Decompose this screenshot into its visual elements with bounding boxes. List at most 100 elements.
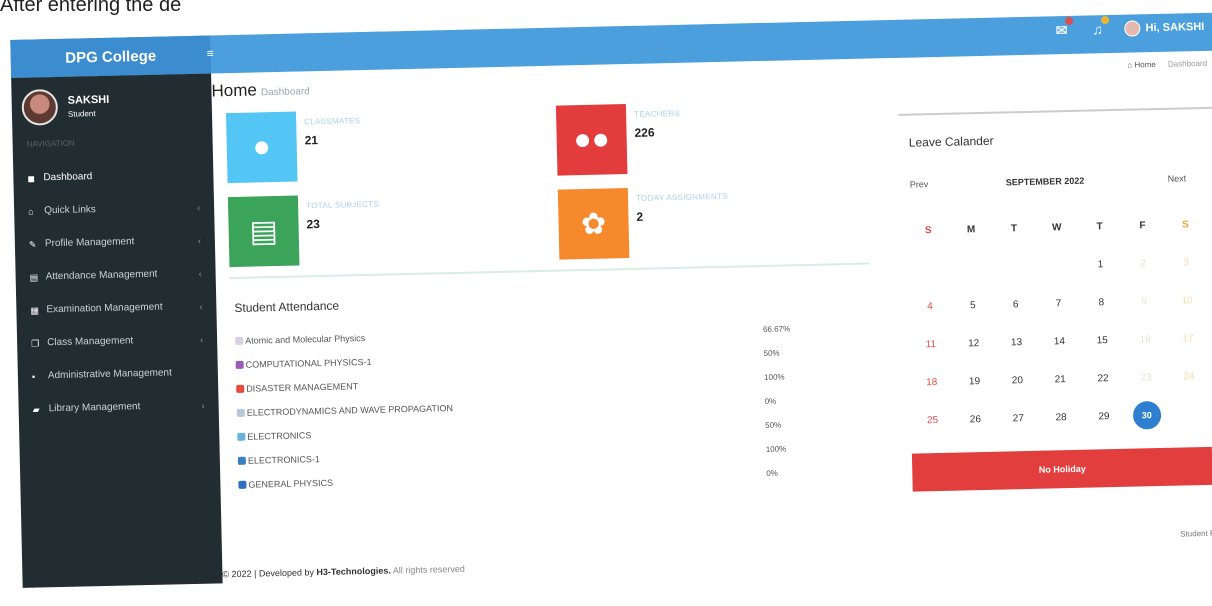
stat-card-teachers[interactable]: ●● TEACHERS 226 xyxy=(555,98,878,176)
brand-logo[interactable]: DPG College xyxy=(10,35,212,78)
calendar-grid: S M T W T F S 1 2 3 4 5 6 7 8 9 10 11 12 13 14 15 16 17 18 19 20 21… xyxy=(906,205,1211,440)
notifications-badge xyxy=(1101,16,1110,25)
page-title: Home Dashboard xyxy=(211,79,310,101)
dashboard-icon: ◼ xyxy=(27,172,36,184)
copy-icon: ❐ xyxy=(31,337,40,349)
calendar-day[interactable]: 10 xyxy=(1166,294,1209,306)
calendar-day[interactable]: 12 xyxy=(952,337,995,349)
footer-company[interactable]: H3-Technologies. xyxy=(316,566,391,578)
calendar-day[interactable]: 14 xyxy=(1038,335,1081,347)
messages-icon[interactable]: ✉ xyxy=(1052,16,1074,38)
calendar-day[interactable]: 9 xyxy=(1123,295,1166,307)
app-window: DPG College ≡ ✉ ♫ Hi, SAKSHI SAKSHI Stud… xyxy=(10,0,1212,588)
leaf-icon: ✿ xyxy=(557,188,630,260)
home-icon: ⌂ xyxy=(1127,60,1133,70)
calendar-day[interactable]: 27 xyxy=(997,412,1040,424)
calendar-day[interactable]: 29 xyxy=(1082,410,1125,422)
calendar-day[interactable]: 18 xyxy=(910,376,953,388)
calendar-day[interactable]: 20 xyxy=(996,374,1039,386)
chevron-left-icon: ‹ xyxy=(199,334,204,345)
calendar-day[interactable]: 5 xyxy=(951,299,994,311)
calendar-day[interactable]: 4 xyxy=(908,300,951,312)
calendar-weekday: T xyxy=(1096,220,1103,232)
profile-role: Student xyxy=(67,109,96,119)
calendar-day[interactable]: 16 xyxy=(1124,333,1167,345)
calendar-day[interactable]: 21 xyxy=(1039,373,1082,385)
calendar-day[interactable]: 11 xyxy=(909,338,952,350)
calendar-day[interactable]: 25 xyxy=(911,414,954,426)
calendar-day[interactable]: 23 xyxy=(1124,371,1167,383)
calendar-day[interactable]: 26 xyxy=(954,413,997,425)
attendance-subject: ELECTRONICS-1 xyxy=(247,454,320,466)
calendar-weekday: M xyxy=(966,223,976,235)
chevron-left-icon: ‹ xyxy=(197,235,201,246)
footer: © 2022 | Developed by H3-Technologies. A… xyxy=(222,564,465,579)
calendar-day[interactable]: 3 xyxy=(1165,256,1208,268)
calendar-today[interactable]: 30 xyxy=(1132,400,1162,430)
calendar-day xyxy=(908,268,951,269)
sidebar-item-administrative-management[interactable]: ▪ Administrative Management xyxy=(18,355,219,393)
calendar-day[interactable]: 15 xyxy=(1081,334,1124,346)
attendance-percent: 50% xyxy=(763,348,780,358)
calendar-day[interactable]: 2 xyxy=(1122,257,1165,269)
breadcrumb-home[interactable]: Home xyxy=(1134,60,1156,69)
calendar-next-button[interactable]: Next xyxy=(1168,173,1187,183)
sidebar-nav: ◼ Dashboard ⌂ Quick Links ‹ ✎ Profile Ma… xyxy=(13,157,219,425)
sidebar-item-attendance-management[interactable]: ▤ Attendance Management ‹ xyxy=(15,256,216,294)
calendar-day[interactable]: 22 xyxy=(1082,372,1125,384)
chevron-left-icon: ‹ xyxy=(201,400,205,411)
users-icon: ●● xyxy=(555,104,628,176)
calendar-day[interactable]: 8 xyxy=(1080,296,1123,308)
footer-prefix: © 2022 | Developed by xyxy=(222,567,315,580)
calendar-day xyxy=(993,266,1036,267)
calendar-day[interactable]: 19 xyxy=(953,375,996,387)
nav-header: NAVIGATION xyxy=(26,138,75,149)
stat-card-classmates[interactable]: ● CLASSMATES 21 xyxy=(225,106,548,184)
calendar-weekday: S xyxy=(1181,218,1189,230)
sidebar-item-examination-management[interactable]: ▦ Examination Management ‹ xyxy=(16,289,217,327)
attendance-percent: 0% xyxy=(766,468,778,478)
sidebar-item-quick-links[interactable]: ⌂ Quick Links ‹ xyxy=(14,190,215,228)
stat-card-total-subjects[interactable]: ▤ TOTAL SUBJECTS 23 xyxy=(227,190,550,268)
legend-swatch xyxy=(237,432,246,441)
calendar-day[interactable]: 17 xyxy=(1166,332,1209,344)
grid-icon: ▪ xyxy=(31,371,36,382)
calendar-day[interactable]: 30 xyxy=(1125,400,1168,430)
menu-toggle-icon[interactable]: ≡ xyxy=(206,46,218,60)
stat-value: 226 xyxy=(634,125,655,140)
book-icon: ▰ xyxy=(32,403,40,415)
legend-swatch xyxy=(238,480,247,489)
sidebar-item-label: Class Management xyxy=(47,335,134,349)
sidebar-item-label: Quick Links xyxy=(44,204,96,217)
calendar-day xyxy=(951,267,994,268)
calendar-day[interactable]: 28 xyxy=(1040,411,1083,423)
calendar-day[interactable]: 13 xyxy=(995,336,1038,348)
sidebar-item-profile-management[interactable]: ✎ Profile Management ‹ xyxy=(15,223,216,261)
breadcrumb-current: Dashboard xyxy=(1167,58,1208,69)
notifications-icon[interactable]: ♫ xyxy=(1088,16,1110,37)
sidebar-item-class-management[interactable]: ❐ Class Management ‹ xyxy=(17,322,218,360)
sidebar-item-library-management[interactable]: ▰ Library Management ‹ xyxy=(18,388,219,426)
attendance-subject: COMPUTATIONAL PHYSICS-1 xyxy=(245,356,372,370)
attendance-subject: GENERAL PHYSICS xyxy=(248,477,334,490)
stat-value: 2 xyxy=(636,209,644,224)
stat-label: TODAY ASSIGNMENTS xyxy=(635,191,728,203)
calendar-weekday: T xyxy=(1010,222,1018,234)
calendar-day[interactable]: 24 xyxy=(1167,370,1210,382)
chevron-left-icon: ‹ xyxy=(198,268,202,279)
calendar-prev-button[interactable]: Prev xyxy=(910,179,929,189)
legend-swatch xyxy=(236,384,245,393)
user-menu[interactable]: Hi, SAKSHI xyxy=(1124,19,1204,37)
legend-swatch xyxy=(235,336,244,345)
legend-swatch xyxy=(236,408,245,417)
attendance-percent: 100% xyxy=(764,372,785,382)
attendance-subject: ELECTRODYNAMICS AND WAVE PROPAGATION xyxy=(246,403,454,418)
calendar-day[interactable]: 1 xyxy=(1079,258,1122,270)
calendar-weekday: W xyxy=(1051,221,1062,233)
breadcrumb: ⌂ Home Dashboard xyxy=(1127,59,1207,70)
calendar-day[interactable]: 6 xyxy=(994,298,1037,310)
calendar-day[interactable]: 7 xyxy=(1037,297,1080,309)
stat-card-today-assignments[interactable]: ✿ TODAY ASSIGNMENTS 2 xyxy=(557,182,880,260)
sidebar-item-dashboard[interactable]: ◼ Dashboard xyxy=(13,157,214,195)
legend-swatch xyxy=(235,360,244,369)
